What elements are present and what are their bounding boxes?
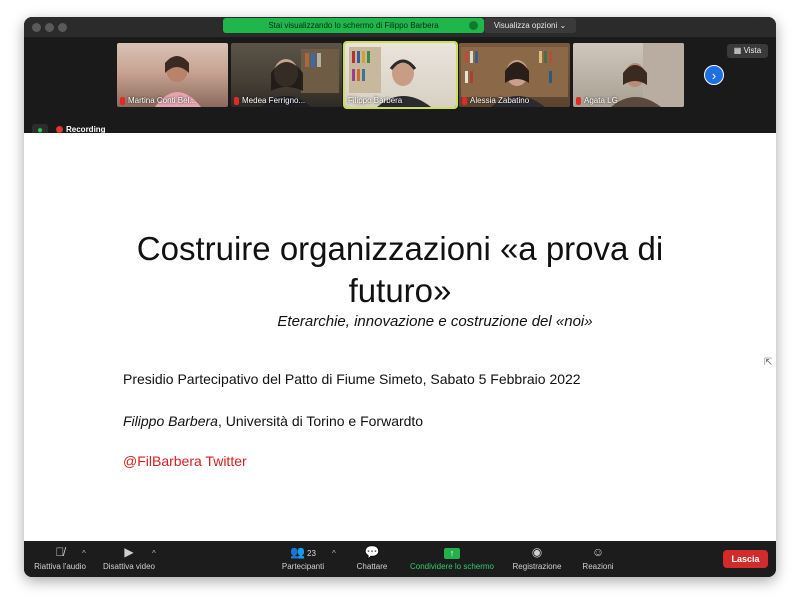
reactions-button[interactable]: ☺ Reazioni [576, 544, 620, 571]
video-tile[interactable]: Agata LG [573, 43, 684, 107]
slide-event-line: Presidio Partecipativo del Patto di Fium… [123, 371, 581, 387]
screen-share-banner-text: Stai visualizzando lo schermo di Filippo… [268, 21, 439, 30]
unmute-button[interactable]: 🎙̸ Riattiva l'audio [30, 544, 90, 571]
participant-name-tag: Filippo Barbera [348, 96, 403, 105]
participants-icon: 👥 [290, 545, 306, 559]
close-window-button[interactable] [32, 23, 41, 32]
chat-button[interactable]: 💬 Chattare [350, 544, 394, 571]
participants-options-caret-icon[interactable]: ^ [332, 549, 336, 558]
video-tile[interactable]: Medea Ferrigno... [231, 43, 342, 107]
participant-name-tag: Martina Conti Bel... [120, 96, 196, 105]
video-camera-icon: ▶ [124, 545, 134, 559]
participant-name-tag: Agata LG [576, 96, 618, 105]
slide-twitter-handle: @FilBarbera Twitter [123, 453, 247, 469]
muted-mic-icon [234, 96, 239, 105]
video-tile[interactable]: Martina Conti Bel... [117, 43, 228, 107]
minimize-window-button[interactable] [45, 23, 54, 32]
smiley-plus-icon: ☺ [591, 545, 605, 559]
audio-options-caret-icon[interactable]: ^ [82, 549, 86, 558]
share-screen-arrow-icon: ↑ [444, 548, 460, 559]
participant-name-tag: Medea Ferrigno... [234, 96, 305, 105]
slide-title: Costruire organizzazioni «a prova di fut… [136, 230, 664, 309]
muted-mic-icon [120, 96, 125, 105]
next-page-chevron-icon[interactable]: › [704, 65, 724, 85]
muted-microphone-icon: 🎙̸ [55, 545, 65, 559]
chat-bubble-icon: 💬 [364, 545, 380, 559]
share-screen-button[interactable]: ↑ Condividere lo schermo [404, 544, 500, 571]
record-button[interactable]: ◉ Registrazione [508, 544, 566, 571]
title-bar: Stai visualizzando lo schermo di Filippo… [24, 17, 776, 37]
grid-icon: ▦ [733, 46, 744, 55]
stop-viewing-icon[interactable] [469, 21, 478, 30]
participants-count: 23 [307, 549, 316, 558]
zoom-window: Stai visualizzando lo schermo di Filippo… [24, 17, 776, 577]
participants-button[interactable]: 👥 23 Partecipanti [276, 544, 330, 571]
zoom-window-button[interactable] [58, 23, 67, 32]
muted-mic-icon [462, 96, 467, 105]
video-options-caret-icon[interactable]: ^ [152, 549, 156, 558]
shared-slide: Costruire organizzazioni «a prova di fut… [24, 133, 776, 541]
participant-name-tag: Alessia Zabatino [462, 96, 529, 105]
author-name: Filippo Barbera [123, 413, 218, 429]
view-options-button[interactable]: Visualizza opzioni ⌄ [484, 18, 576, 33]
meeting-toolbar: 🎙̸ Riattiva l'audio ^ ▶ Disattiva video … [24, 541, 776, 577]
slide-author-line: Filippo Barbera, Università di Torino e … [123, 413, 424, 429]
view-button[interactable]: ▦ Vista [727, 44, 768, 58]
slide-subtitle: Eterarchie, innovazione e costruzione de… [277, 313, 593, 330]
screen-share-banner: Stai visualizzando lo schermo di Filippo… [223, 18, 484, 33]
participant-gallery: Martina Conti Bel... Medea Ferrigno... F… [24, 37, 776, 138]
leave-meeting-button[interactable]: Lascia [723, 550, 768, 568]
stop-video-button[interactable]: ▶ Disattiva video [98, 544, 160, 571]
muted-mic-icon [576, 96, 581, 105]
recording-dot-icon [56, 126, 63, 133]
video-tile[interactable]: Alessia Zabatino [459, 43, 570, 107]
mouse-cursor-icon: ⇱ [764, 357, 773, 368]
video-tile-active-speaker[interactable]: Filippo Barbera [343, 41, 458, 109]
record-icon: ◉ [531, 545, 543, 559]
